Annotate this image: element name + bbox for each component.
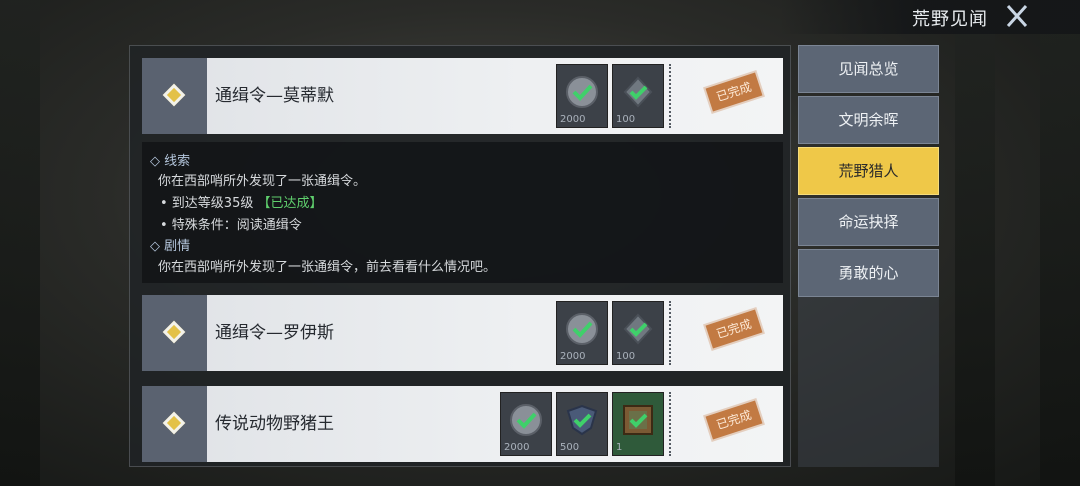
reward-slot[interactable]: 2000 (556, 64, 608, 128)
diamond-icon (162, 83, 186, 107)
quest-name: 通缉令—莫蒂默 (215, 86, 334, 106)
tab-list-background (798, 297, 939, 467)
tab-fate-choice[interactable]: 命运抉择 (798, 198, 939, 246)
reward-slot[interactable]: 500 (556, 392, 608, 456)
divider (669, 64, 671, 128)
emblem-check-icon (566, 404, 598, 436)
reward-amount: 2000 (560, 114, 586, 125)
quest-panel: 通缉令—莫蒂默 2000 100 已完成 ◇ 线索 你在西部哨所外发现了一张通缉… (129, 45, 791, 467)
reward-slot[interactable]: 2000 (556, 301, 608, 365)
quest-row[interactable]: 通缉令—莫蒂默 2000 100 已完成 (142, 58, 783, 134)
quest-marker (142, 58, 207, 134)
close-icon (1006, 4, 1028, 28)
story-text: 你在西部哨所外发现了一张通缉令，前去看看什么情况吧。 (158, 260, 497, 275)
reward-amount: 1 (616, 442, 623, 453)
coin-check-icon (566, 313, 598, 345)
quest-marker (142, 295, 207, 371)
reward-slot[interactable]: 100 (612, 64, 664, 128)
reward-amount: 2000 (504, 442, 530, 453)
reward-slot[interactable]: 1 (612, 392, 664, 456)
badge-check-icon (623, 76, 653, 108)
requirement-special: • 特殊条件：阅读通缉令 (160, 218, 302, 233)
frame-check-icon (623, 405, 653, 435)
quest-name: 传说动物野猪王 (215, 414, 334, 434)
category-tabs: 见闻总览 文明余晖 荒野猎人 命运抉择 勇敢的心 (798, 45, 939, 467)
diamond-icon (162, 320, 186, 344)
quest-row[interactable]: 通缉令—罗伊斯 2000 100 已完成 (142, 295, 783, 371)
quest-row[interactable]: 传说动物野猪王 2000 500 1 已完成 (142, 386, 783, 462)
tab-wild-hunter[interactable]: 荒野猎人 (798, 147, 939, 195)
coin-check-icon (510, 404, 542, 436)
tab-overview[interactable]: 见闻总览 (798, 45, 939, 93)
background-tree (0, 0, 40, 486)
requirement-text: • 到达等级35级 (160, 196, 254, 211)
reward-amount: 2000 (560, 351, 586, 362)
clue-text: 你在西部哨所外发现了一张通缉令。 (158, 174, 367, 189)
divider (669, 392, 671, 456)
background-tree (1040, 0, 1080, 486)
reward-slot[interactable]: 2000 (500, 392, 552, 456)
quest-marker (142, 386, 207, 462)
title-bar: 荒野见闻 (780, 0, 1080, 34)
reward-amount: 100 (616, 351, 636, 362)
badge-check-icon (623, 313, 653, 345)
divider (669, 301, 671, 365)
tab-civilization[interactable]: 文明余晖 (798, 96, 939, 144)
diamond-icon (162, 411, 186, 435)
tab-brave-heart[interactable]: 勇敢的心 (798, 249, 939, 297)
coin-check-icon (566, 76, 598, 108)
reward-slot[interactable]: 100 (612, 301, 664, 365)
completed-stamp: 已完成 (705, 72, 763, 112)
reward-amount: 100 (616, 114, 636, 125)
background-tree (955, 30, 995, 486)
completed-stamp: 已完成 (705, 400, 763, 440)
quest-name: 通缉令—罗伊斯 (215, 323, 334, 343)
completed-stamp: 已完成 (705, 309, 763, 349)
quest-detail: ◇ 线索 你在西部哨所外发现了一张通缉令。 • 到达等级35级 【已达成】 • … (142, 142, 783, 283)
requirement-level: • 到达等级35级 【已达成】 (160, 192, 323, 211)
story-heading: ◇ 剧情 (150, 239, 191, 254)
reward-amount: 500 (560, 442, 580, 453)
achieved-status: 【已达成】 (257, 196, 323, 211)
clue-heading: ◇ 线索 (150, 154, 191, 169)
page-title: 荒野见闻 (912, 9, 988, 30)
close-button[interactable] (1002, 2, 1032, 30)
